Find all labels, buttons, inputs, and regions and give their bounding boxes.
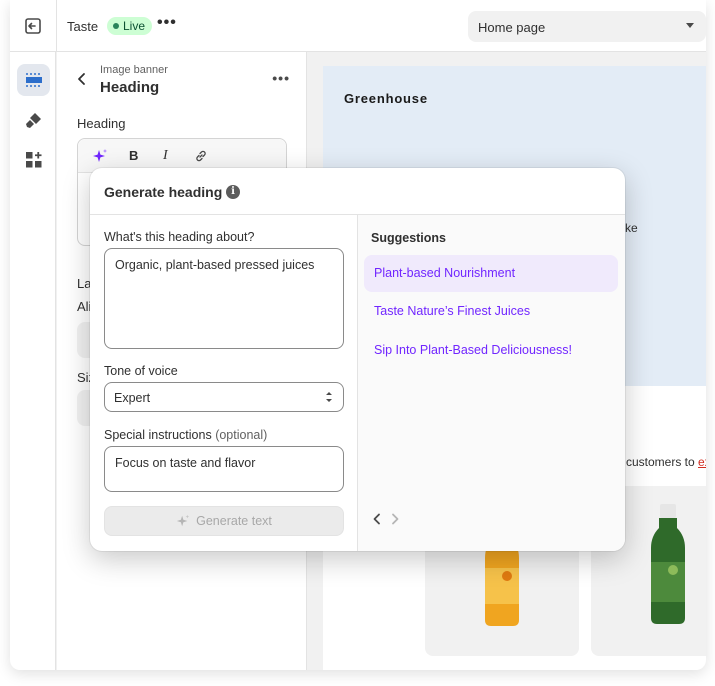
apps-add-icon [25, 152, 41, 168]
customers-link[interactable]: ex [698, 455, 706, 469]
panel-title: Heading [100, 79, 160, 96]
generate-heading-dialog: Generate heading i What's this heading a… [90, 168, 625, 551]
app-embeds-tab[interactable] [17, 144, 50, 176]
chevron-left-icon[interactable] [370, 512, 384, 526]
sparkle-icon [177, 514, 190, 527]
special-instructions-text: Special instructions [104, 428, 212, 442]
back-arrow-icon[interactable] [75, 72, 89, 86]
bold-button[interactable]: B [129, 148, 138, 163]
suggestion-item[interactable]: Plant-based Nourishment [364, 255, 618, 292]
suggestion-item[interactable]: Sip Into Plant-Based Deliciousness! [364, 332, 618, 369]
sparkle-icon[interactable] [92, 148, 108, 164]
sections-tab[interactable] [17, 64, 50, 96]
exit-icon[interactable] [23, 16, 43, 36]
panel-more-icon[interactable]: ••• [272, 70, 290, 86]
more-actions-icon[interactable]: ••• [157, 14, 177, 32]
live-dot-icon [113, 23, 119, 29]
paintbrush-icon [25, 113, 41, 128]
top-bar: Taste Live ••• Home page [10, 0, 706, 52]
left-rail [10, 52, 56, 670]
customers-text: customers to ex [626, 455, 706, 469]
info-icon[interactable]: i [226, 185, 240, 199]
theme-settings-tab[interactable] [17, 104, 50, 136]
juice-bottle-green-icon [651, 504, 685, 624]
status-badge: Live [107, 17, 153, 35]
topbar-divider [56, 0, 57, 52]
italic-button[interactable]: I [163, 148, 168, 164]
page-selector[interactable]: Home page [468, 11, 706, 42]
breadcrumb: Image banner [100, 64, 168, 76]
special-instructions-label: Special instructions (optional) [104, 428, 267, 442]
generate-text-button[interactable]: Generate text [104, 506, 344, 536]
generate-text-label: Generate text [196, 514, 272, 528]
theme-name: Taste [67, 19, 99, 34]
heading-field-label: Heading [77, 116, 126, 131]
page-selector-value: Home page [478, 20, 546, 35]
tone-label: Tone of voice [104, 364, 178, 378]
tone-select-value: Expert [114, 391, 151, 405]
link-icon[interactable] [194, 149, 208, 163]
store-brand: Greenhouse [344, 91, 428, 106]
special-instructions-textarea[interactable]: Focus on taste and flavor [104, 446, 344, 492]
chevron-down-icon [686, 23, 694, 28]
chevron-right-icon[interactable] [388, 512, 402, 526]
dialog-header: Generate heading i [90, 168, 625, 215]
about-label: What's this heading about? [104, 230, 255, 244]
status-badge-label: Live [123, 19, 146, 33]
banner-text-fragment: ke [625, 221, 638, 235]
about-textarea[interactable]: Organic, plant-based pressed juices [104, 248, 344, 349]
suggestion-item[interactable]: Taste Nature’s Finest Juices [364, 293, 618, 330]
suggestions-panel: Suggestions Plant-based Nourishment Tast… [358, 215, 625, 551]
suggestions-title: Suggestions [371, 231, 447, 245]
dialog-title: Generate heading [104, 184, 223, 200]
tone-select[interactable]: Expert [104, 382, 344, 412]
select-arrows-icon [326, 392, 332, 402]
customers-text-label: customers to [626, 455, 699, 469]
optional-hint: (optional) [215, 428, 268, 442]
sections-icon [25, 73, 42, 87]
